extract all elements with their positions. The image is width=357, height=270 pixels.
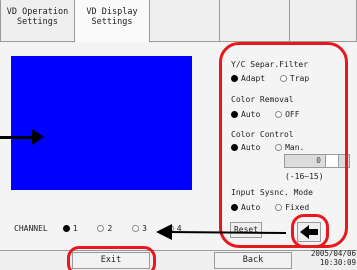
tab-label-line1: VD Operation: [6, 7, 69, 17]
clock: 2005/04/06 10:30:09: [300, 249, 356, 267]
tab-empty-4: [220, 0, 290, 42]
clock-date: 2005/04/06: [310, 249, 356, 258]
channel-label: CHANNEL: [14, 224, 48, 233]
highlight-exit-button: [67, 246, 156, 270]
tab-vd-display-settings[interactable]: VD Display Settings: [75, 0, 150, 42]
tab-empty-5: [290, 0, 357, 42]
option-label: 2: [107, 224, 113, 233]
tab-empty-3: [150, 0, 220, 42]
highlight-settings-panel: [219, 42, 348, 248]
option-label: 3: [142, 224, 147, 233]
clock-time: 10:30:09: [319, 258, 356, 267]
tab-label-line2: Settings: [91, 17, 133, 27]
tab-label-line1: VD Display: [86, 7, 138, 17]
channel-option-1[interactable]: 1: [62, 224, 78, 233]
back-button[interactable]: Back: [214, 252, 292, 269]
video-preview: [11, 56, 192, 190]
callout-arrow-head: [32, 129, 44, 145]
option-label: 1: [72, 224, 78, 233]
channel-option-2[interactable]: 2: [97, 224, 112, 233]
radio-selected-icon: [62, 225, 70, 232]
tab-vd-operation-settings[interactable]: VD Operation Settings: [0, 0, 75, 42]
pointer-arrow-head: [156, 224, 172, 240]
radio-icon: [97, 225, 105, 232]
channel-option-3[interactable]: 3: [132, 224, 147, 233]
tab-label-line2: Settings: [17, 17, 58, 27]
radio-icon: [132, 225, 140, 232]
highlight-back-arrow: [291, 214, 329, 248]
tab-bar: VD Operation Settings VD Display Setting…: [0, 0, 357, 42]
vd-display-settings-screen: VD Operation Settings VD Display Setting…: [0, 0, 357, 270]
